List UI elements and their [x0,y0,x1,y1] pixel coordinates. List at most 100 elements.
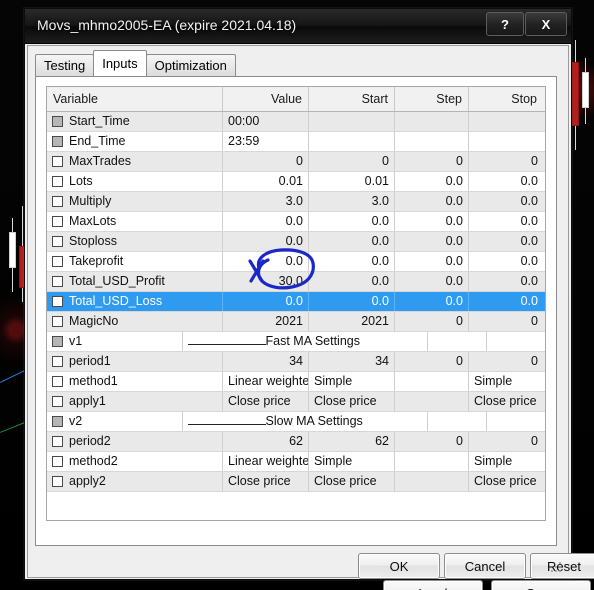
checkbox-icon[interactable] [52,216,63,227]
cell-start[interactable]: 2021 [309,312,395,331]
cell-step[interactable] [395,472,469,491]
cell-value[interactable]: 0.0 [223,292,309,311]
cell-stop[interactable]: 0 [469,312,543,331]
checkbox-icon[interactable] [52,456,63,467]
cell-stop[interactable]: Close price [469,472,543,491]
cell-stop[interactable] [469,132,543,151]
cell-step[interactable]: 0.0 [395,172,469,191]
cell-stop[interactable]: 0.0 [469,272,543,291]
cell-stop[interactable]: 0.0 [469,212,543,231]
cell-start[interactable]: 0 [309,152,395,171]
table-row[interactable]: method1 Linear weighted Simple Simple [47,372,545,392]
cell-step[interactable]: 0 [395,432,469,451]
close-button[interactable]: X [525,12,567,36]
tab-optimization[interactable]: Optimization [145,54,236,76]
checkbox-icon[interactable] [52,416,63,427]
table-row[interactable]: Lots 0.01 0.01 0.0 0.0 [47,172,545,192]
title-bar[interactable]: Movs_mhmo2005-EA (expire 2021.04.18) ? X [25,9,571,44]
table-row[interactable]: Start_Time 00:00 [47,112,545,132]
column-header-value[interactable]: Value [223,87,309,111]
table-row[interactable]: method2 Linear weighted Simple Simple [47,452,545,472]
cell-value[interactable]: 2021 [223,312,309,331]
cell-step[interactable]: 0.0 [395,292,469,311]
cell-value[interactable]: 34 [223,352,309,371]
cell-value[interactable]: Linear weighted [223,452,309,471]
column-header-variable[interactable]: Variable [47,87,223,111]
cell-stop[interactable]: 0.0 [469,192,543,211]
cell-start[interactable]: 34 [309,352,395,371]
table-row[interactable]: End_Time 23:59 [47,132,545,152]
cell-start[interactable]: 0.0 [309,232,395,251]
ok-button[interactable]: OK [358,553,440,579]
cell-step[interactable] [395,372,469,391]
cell-value[interactable]: Close price [223,472,309,491]
cell-start[interactable]: 62 [309,432,395,451]
table-row[interactable]: MagicNo 2021 2021 0 0 [47,312,545,332]
cell-value[interactable]: 62 [223,432,309,451]
checkbox-icon[interactable] [52,116,63,127]
cell-start[interactable]: 0.0 [309,272,395,291]
checkbox-icon[interactable] [52,296,63,307]
checkbox-icon[interactable] [52,436,63,447]
table-row[interactable]: MaxTrades 0 0 0 0 [47,152,545,172]
cell-start[interactable]: Close price [309,392,395,411]
cell-value[interactable]: 0.0 [223,232,309,251]
cell-start[interactable] [309,112,395,131]
cell-step[interactable]: 0.0 [395,212,469,231]
cell-start[interactable]: 0.0 [309,292,395,311]
cell-value[interactable]: 23:59 [223,132,309,151]
cell-start[interactable]: 0.01 [309,172,395,191]
checkbox-icon[interactable] [52,256,63,267]
cell-step[interactable] [395,112,469,131]
cell-stop[interactable]: 0 [469,152,543,171]
cell-value[interactable]: 0.0 [223,212,309,231]
cell-stop[interactable]: 0.0 [469,172,543,191]
cell-start[interactable]: 3.0 [309,192,395,211]
cell-start[interactable]: Close price [309,472,395,491]
checkbox-icon[interactable] [52,336,63,347]
inputs-grid[interactable]: Variable Value Start Step Stop Start_Tim… [46,86,546,521]
cell-value[interactable]: 0.01 [223,172,309,191]
table-row[interactable]: Total_USD_Loss 0.0 0.0 0.0 0.0 [47,292,545,312]
table-row[interactable]: period2 62 62 0 0 [47,432,545,452]
resize-grip-icon[interactable] [551,562,563,574]
cell-start[interactable]: Simple [309,372,395,391]
checkbox-icon[interactable] [52,356,63,367]
cell-value[interactable]: 0.0 [223,252,309,271]
cell-step[interactable] [395,392,469,411]
tab-inputs[interactable]: Inputs [93,50,147,76]
checkbox-icon[interactable] [52,376,63,387]
cell-stop[interactable]: 0 [469,432,543,451]
cell-step[interactable]: 0 [395,152,469,171]
checkbox-icon[interactable] [52,316,63,327]
cell-step[interactable]: 0.0 [395,192,469,211]
cell-stop[interactable]: Close price [469,392,543,411]
cell-value[interactable]: 00:00 [223,112,309,131]
table-row[interactable]: period1 34 34 0 0 [47,352,545,372]
cell-step[interactable]: 0.0 [395,232,469,251]
cell-start[interactable]: 0.0 [309,252,395,271]
cell-step[interactable]: 0.0 [395,252,469,271]
table-row[interactable]: Stoploss 0.0 0.0 0.0 0.0 [47,232,545,252]
table-row[interactable]: apply1 Close price Close price Close price [47,392,545,412]
checkbox-icon[interactable] [52,236,63,247]
table-row[interactable]: apply2 Close price Close price Close price [47,472,545,492]
cell-stop[interactable]: Simple [469,372,543,391]
cancel-button[interactable]: Cancel [444,553,526,579]
cell-stop[interactable] [469,112,543,131]
table-row[interactable]: v2 Slow MA Settings [47,412,545,432]
cell-step[interactable] [395,452,469,471]
column-header-stop[interactable]: Stop [469,87,543,111]
cell-step[interactable]: 0.0 [395,272,469,291]
cell-value[interactable]: 3.0 [223,192,309,211]
table-row[interactable]: v1 Fast MA Settings [47,332,545,352]
help-button[interactable]: ? [486,12,524,36]
cell-start[interactable]: 0.0 [309,212,395,231]
checkbox-icon[interactable] [52,196,63,207]
checkbox-icon[interactable] [52,136,63,147]
checkbox-icon[interactable] [52,176,63,187]
tab-testing[interactable]: Testing [35,54,95,76]
checkbox-icon[interactable] [52,396,63,407]
cell-start[interactable] [309,132,395,151]
table-row[interactable]: Multiply 3.0 3.0 0.0 0.0 [47,192,545,212]
